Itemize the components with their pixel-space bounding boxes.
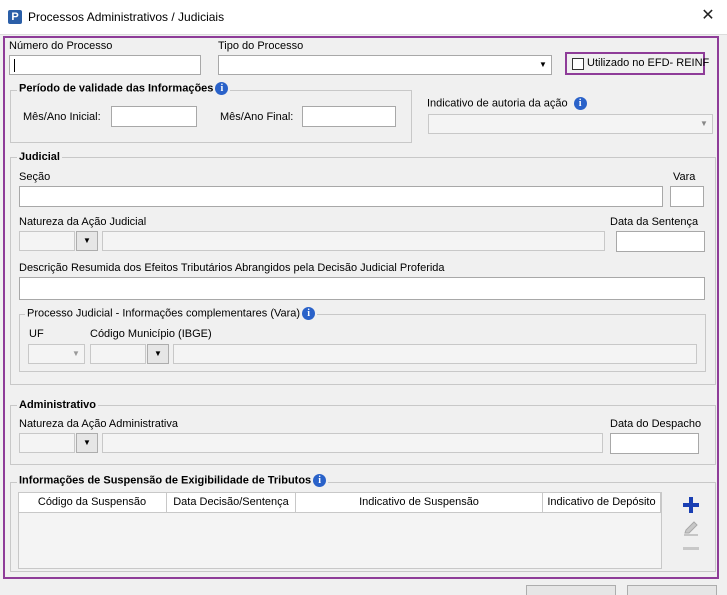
complementares-legend: Processo Judicial - Informações compleme… (25, 307, 318, 320)
text-caret (14, 59, 15, 72)
municipio-code-select[interactable] (90, 344, 146, 364)
column-header[interactable]: Data Decisão/Sentença (167, 492, 296, 513)
chevron-down-icon[interactable]: ▼ (76, 231, 98, 251)
numero-processo-input[interactable] (9, 55, 201, 75)
chevron-down-icon: ▼ (72, 349, 80, 358)
mes-ano-inicial-input[interactable] (111, 106, 197, 127)
info-icon[interactable]: i (215, 82, 229, 95)
mes-ano-inicial-label: Mês/Ano Inicial: (23, 111, 101, 123)
municipio-description (173, 344, 697, 364)
numero-processo-label: Número do Processo (9, 40, 113, 52)
plus-icon[interactable] (682, 496, 700, 517)
descricao-input[interactable] (19, 277, 705, 300)
municipio-label: Código Município (IBGE) (90, 328, 212, 340)
tipo-processo-label: Tipo do Processo (218, 40, 304, 52)
complementares-legend-text: Processo Judicial - Informações compleme… (27, 307, 301, 320)
administrativo-legend: Administrativo (17, 399, 99, 411)
autoria-select[interactable]: ▼ (428, 114, 713, 134)
column-header[interactable]: Indicativo de Suspensão (296, 492, 543, 513)
title-bar: P Processos Administrativos / Judiciais … (0, 0, 727, 35)
chevron-down-icon: ▼ (700, 119, 708, 128)
natureza-judicial-code-select[interactable] (19, 231, 75, 251)
window-title: Processos Administrativos / Judiciais (28, 10, 225, 24)
chevron-down-icon: ▼ (539, 60, 547, 69)
vara-input[interactable] (670, 186, 704, 207)
chevron-down-icon[interactable]: ▼ (147, 344, 169, 364)
mes-ano-final-label: Mês/Ano Final: (220, 111, 294, 123)
secao-label: Seção (19, 171, 51, 183)
uf-label: UF (29, 328, 44, 340)
ok-button[interactable] (526, 585, 616, 595)
cancel-button[interactable] (627, 585, 717, 595)
minus-icon[interactable] (682, 544, 700, 557)
pencil-icon[interactable] (682, 519, 700, 540)
autoria-label-text: Indicativo de autoria da ação (427, 97, 568, 110)
descricao-label: Descrição Resumida dos Efeitos Tributári… (19, 262, 445, 274)
column-header[interactable]: Indicativo de Depósito (543, 492, 661, 513)
chevron-down-icon[interactable]: ▼ (76, 433, 98, 453)
data-sentenca-label: Data da Sentença (610, 216, 699, 228)
natureza-judicial-label: Natureza da Ação Judicial (19, 216, 147, 228)
autoria-label: Indicativo de autoria da ação i (427, 97, 587, 110)
natureza-administrativa-description (102, 433, 603, 453)
efd-reinf-label: Utilizado no EFD- REINF (587, 57, 710, 69)
info-icon[interactable]: i (302, 307, 316, 320)
tipo-processo-select[interactable]: ▼ (218, 55, 552, 75)
data-sentenca-input[interactable] (616, 231, 705, 252)
judicial-legend: Judicial (17, 151, 62, 163)
close-icon[interactable]: ✕ (698, 6, 718, 26)
info-icon[interactable]: i (573, 97, 587, 110)
natureza-administrativa-code-select[interactable] (19, 433, 75, 453)
suspensao-legend-text: Informações de Suspensão de Exigibilidad… (19, 474, 312, 487)
suspensao-legend: Informações de Suspensão de Exigibilidad… (17, 474, 329, 487)
info-icon[interactable]: i (313, 474, 327, 487)
natureza-judicial-description (102, 231, 605, 251)
data-despacho-input[interactable] (610, 433, 699, 454)
secao-input[interactable] (19, 186, 663, 207)
app-icon: P (8, 10, 22, 24)
periodo-legend: Período de validade das Informações i (17, 82, 231, 95)
uf-select[interactable]: ▼ (28, 344, 85, 364)
vara-label: Vara (673, 171, 696, 183)
column-header[interactable]: Código da Suspensão (18, 492, 167, 513)
mes-ano-final-input[interactable] (302, 106, 396, 127)
periodo-legend-text: Período de validade das Informações (19, 82, 214, 95)
natureza-administrativa-label: Natureza da Ação Administrativa (19, 418, 178, 430)
efd-reinf-checkbox[interactable] (572, 58, 584, 70)
data-despacho-label: Data do Despacho (610, 418, 702, 430)
